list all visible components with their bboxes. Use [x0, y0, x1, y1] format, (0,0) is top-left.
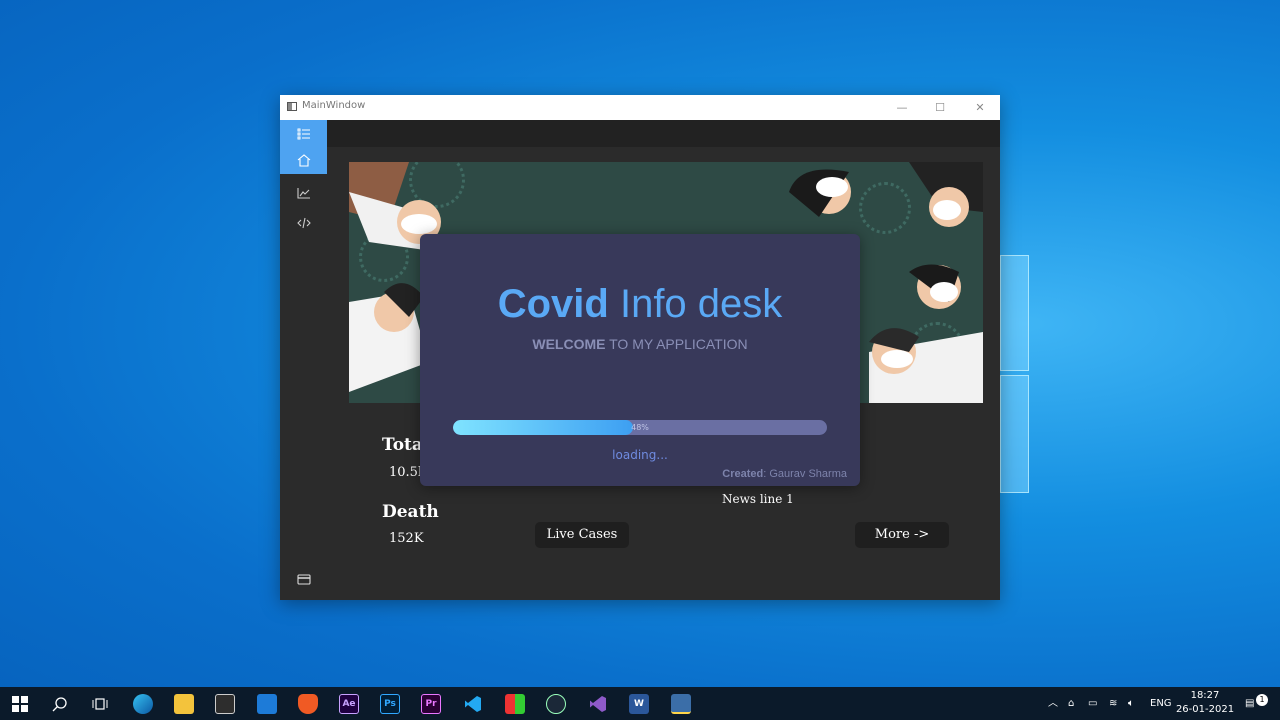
home-icon — [297, 154, 310, 167]
vscode-icon[interactable] — [463, 694, 483, 714]
progress-percent: 48% — [631, 423, 649, 432]
sidebar-home-button[interactable] — [280, 147, 327, 174]
store-icon[interactable] — [215, 694, 235, 714]
death-label: Death — [382, 502, 439, 522]
show-hidden-icons-chevron-icon[interactable]: ︿ — [1048, 687, 1058, 720]
code-icon — [296, 217, 311, 228]
file-explorer-icon[interactable] — [174, 694, 194, 714]
search-button[interactable] — [50, 694, 70, 714]
top-strip — [327, 120, 1000, 147]
edge-icon[interactable] — [133, 694, 153, 714]
sidebar-chart-button[interactable] — [280, 179, 327, 206]
splash-subtitle-bold: WELCOME — [532, 336, 606, 352]
window-title: MainWindow — [302, 100, 366, 111]
clock-time: 18:27 — [1190, 690, 1220, 701]
death-value: 152K — [389, 531, 424, 546]
brave-icon[interactable] — [298, 694, 318, 714]
windows-logo-wallpaper — [1000, 255, 1029, 493]
progress-bar: 48% — [453, 420, 827, 435]
language-indicator[interactable]: ENG — [1150, 687, 1172, 720]
credit-name: : Gaurav Sharma — [763, 468, 847, 480]
python-icon[interactable] — [671, 694, 691, 714]
menu-icon — [297, 128, 310, 139]
sidebar — [280, 120, 327, 600]
search-icon — [52, 697, 67, 712]
sidebar-card-button[interactable] — [280, 566, 327, 593]
volume-icon[interactable]: 🔈︎ — [1128, 687, 1134, 720]
live-cases-button[interactable]: Live Cases — [535, 522, 629, 548]
total-cases-label: Tota — [382, 435, 423, 455]
maximize-button[interactable]: ☐ — [921, 95, 959, 120]
app-grid-icon[interactable] — [505, 694, 525, 714]
splash-title-rest: Info desk — [608, 282, 783, 326]
device-icon[interactable]: ⌂ — [1068, 687, 1074, 720]
notification-count-badge: 1 — [1256, 694, 1268, 706]
vscode-logo-icon — [465, 696, 481, 712]
total-cases-value: 10.5l — [389, 465, 423, 480]
splash-subtitle-rest: TO MY APPLICATION — [605, 336, 748, 352]
more-button[interactable]: More -> — [855, 522, 949, 548]
start-button[interactable] — [10, 694, 30, 714]
premiere-icon[interactable]: Pr — [421, 694, 441, 714]
minimize-button[interactable]: — — [883, 95, 921, 120]
steam-icon[interactable] — [546, 694, 566, 714]
task-view-icon — [92, 698, 108, 710]
windows-start-icon — [12, 696, 28, 712]
battery-icon[interactable]: ▭ — [1088, 687, 1097, 720]
splash-screen: Covid Info desk WELCOME TO MY APPLICATIO… — [420, 234, 860, 486]
splash-subtitle: WELCOME TO MY APPLICATION — [420, 336, 860, 352]
mail-icon[interactable] — [257, 694, 277, 714]
close-button[interactable]: ✕ — [961, 95, 999, 120]
taskbar: Ae Ps Pr W ︿ ⌂ ▭ ≋ 🔈︎ ENG 18:27 26-01-20… — [0, 687, 1280, 720]
app-icon — [287, 102, 297, 111]
after-effects-icon[interactable]: Ae — [339, 694, 359, 714]
clock[interactable]: 18:27 26-01-2021 — [1172, 689, 1238, 717]
sidebar-menu-button[interactable] — [280, 120, 327, 147]
notification-icon[interactable]: ▤ — [1245, 687, 1254, 720]
clock-date: 26-01-2021 — [1175, 704, 1235, 715]
news-line: News line 1 — [722, 492, 794, 506]
credit-label: Created — [722, 468, 764, 480]
photoshop-icon[interactable]: Ps — [380, 694, 400, 714]
sidebar-code-button[interactable] — [280, 209, 327, 236]
task-view-button[interactable] — [90, 694, 110, 714]
splash-title-bold: Covid — [497, 282, 609, 326]
title-bar[interactable]: MainWindow — ☐ ✕ — [280, 95, 1000, 120]
credit-text: Created: Gaurav Sharma — [722, 468, 847, 480]
chart-icon — [296, 187, 310, 199]
wifi-icon[interactable]: ≋ — [1109, 687, 1117, 720]
visual-studio-logo-icon — [590, 696, 606, 712]
visual-studio-icon[interactable] — [588, 694, 608, 714]
card-icon — [296, 574, 311, 585]
loading-text: loading... — [612, 448, 668, 462]
word-icon[interactable]: W — [629, 694, 649, 714]
splash-title: Covid Info desk — [420, 282, 860, 327]
